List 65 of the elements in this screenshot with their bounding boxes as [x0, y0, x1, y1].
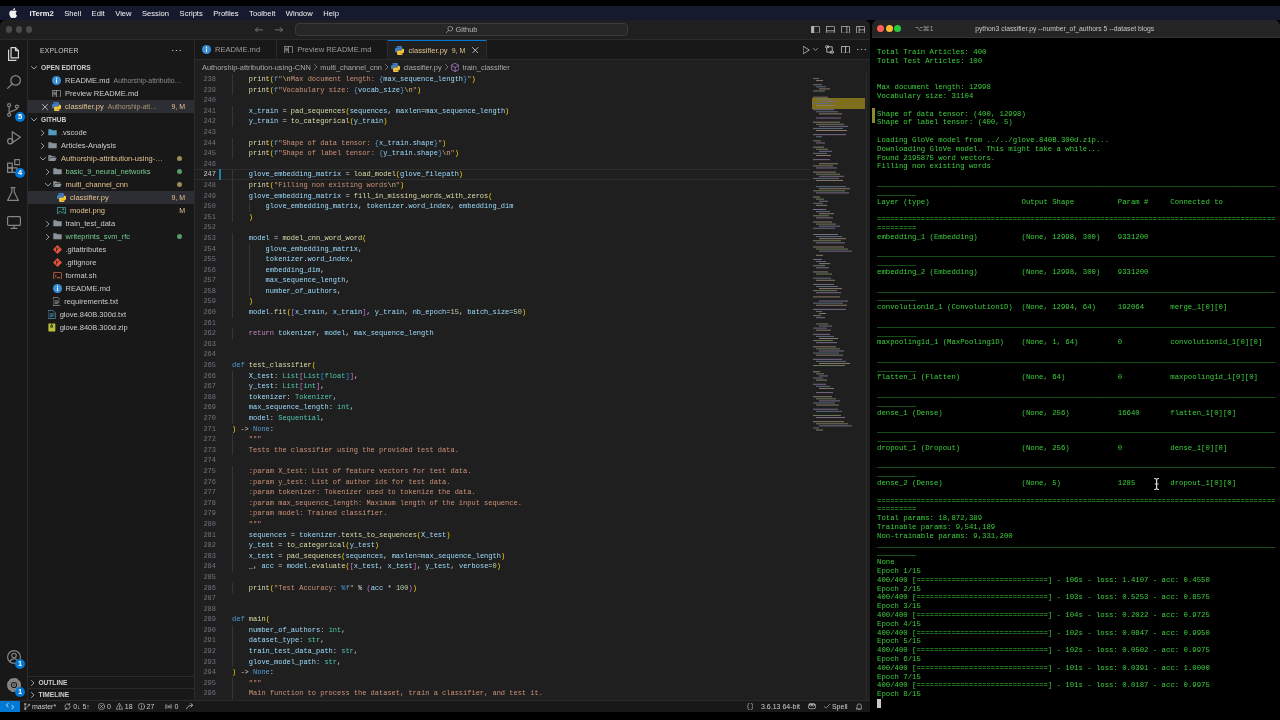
broadcast-icon — [165, 703, 173, 710]
apple-logo-icon[interactable] — [9, 8, 17, 18]
document-icon — [48, 310, 56, 319]
files-icon[interactable] — [8, 47, 19, 61]
play-icon[interactable] — [6, 131, 21, 145]
panel-bottom-icon[interactable] — [826, 25, 835, 34]
terminal-file-icon — [52, 271, 62, 280]
run-icon[interactable] — [803, 45, 810, 54]
minimize-window-button[interactable] — [885, 25, 893, 32]
search-icon[interactable] — [6, 75, 21, 89]
check-icon — [823, 704, 830, 709]
split-editor-icon[interactable] — [840, 45, 850, 54]
python-file-icon — [391, 62, 401, 72]
info-icon — [52, 76, 61, 85]
more-icon[interactable] — [172, 49, 181, 52]
arrow-icon[interactable] — [186, 703, 194, 710]
chevron-down-icon[interactable] — [812, 48, 818, 51]
remote-icon — [6, 703, 14, 710]
archive-icon — [48, 323, 56, 332]
sidebar-left-icon[interactable] — [811, 25, 820, 34]
compare-changes-icon[interactable] — [824, 45, 834, 54]
preview-icon — [52, 89, 61, 98]
more-icon[interactable] — [856, 48, 866, 51]
git-file-icon — [52, 258, 62, 267]
open-folder-icon — [52, 181, 62, 188]
document-icon — [52, 297, 61, 306]
monitor-icon[interactable] — [6, 215, 21, 229]
account-icon[interactable] — [6, 650, 21, 664]
python-file-icon — [57, 193, 66, 202]
python-file-icon — [52, 102, 61, 111]
sidebar-right-icon[interactable] — [841, 25, 850, 34]
folder-icon — [52, 168, 62, 175]
forward-arrow-icon[interactable] — [275, 26, 283, 33]
sync-icon — [64, 703, 72, 710]
ibeam-cursor-icon — [1154, 478, 1160, 490]
info-icon — [137, 703, 145, 710]
chevron-right-icon — [384, 64, 389, 70]
bell-icon[interactable] — [855, 703, 862, 710]
close-icon[interactable] — [42, 103, 48, 110]
goggles-icon[interactable] — [807, 703, 816, 710]
git-file-icon — [52, 245, 62, 254]
branch-icon[interactable] — [7, 103, 20, 117]
info-icon — [202, 45, 211, 54]
open-folder-icon — [48, 155, 57, 162]
layout-icon[interactable] — [856, 25, 865, 34]
chevron-right-icon — [313, 64, 318, 70]
back-arrow-icon[interactable] — [255, 26, 263, 33]
image-file-icon — [57, 206, 66, 215]
error-icon — [97, 703, 105, 710]
info-icon — [52, 284, 62, 293]
close-icon[interactable] — [472, 46, 479, 54]
cube-icon — [451, 62, 460, 72]
search-icon — [445, 26, 453, 33]
python-file-icon — [395, 45, 405, 55]
close-window-button[interactable] — [877, 25, 884, 32]
zoom-window-button[interactable] — [894, 25, 901, 32]
braces-icon[interactable] — [746, 703, 754, 710]
extensions-icon[interactable] — [6, 159, 21, 173]
warning-icon — [115, 703, 123, 710]
preview-icon — [284, 45, 294, 54]
flask-icon[interactable] — [7, 187, 20, 201]
branch-icon — [24, 703, 30, 710]
settings-icon[interactable] — [6, 678, 21, 692]
chevron-right-icon — [444, 64, 448, 70]
minimap-drawing[interactable] — [812, 76, 865, 432]
